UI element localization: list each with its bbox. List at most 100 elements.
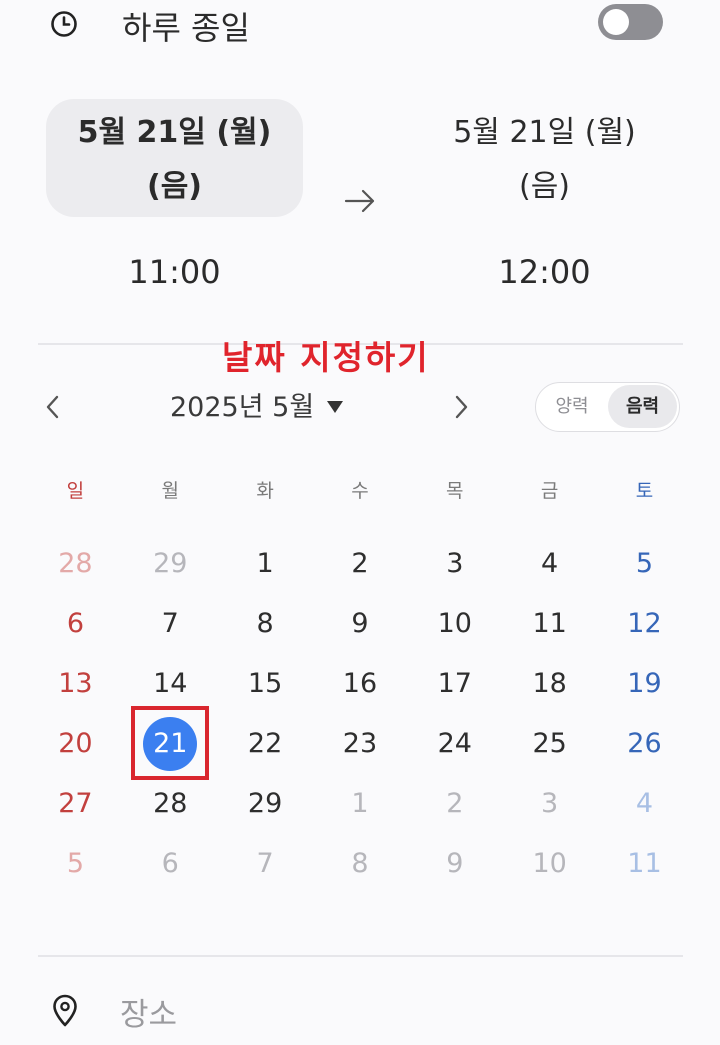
chevron-left-icon[interactable]	[42, 392, 64, 422]
calendar-day-number: 7	[161, 608, 179, 639]
calendar-day[interactable]: 29	[218, 774, 313, 834]
calendar-day-number: 1	[256, 548, 274, 579]
calendar-day[interactable]: 11	[502, 594, 597, 654]
calendar-day[interactable]: 27	[28, 774, 123, 834]
selected-date-highlight	[131, 706, 209, 780]
calendar-day[interactable]: 28	[123, 774, 218, 834]
calendar-day-number: 19	[627, 668, 662, 699]
end-date[interactable]: 5월 21일 (월) (음)	[416, 106, 673, 214]
end-time[interactable]: 12:00	[416, 252, 673, 292]
calendar-day[interactable]: 1	[313, 774, 408, 834]
calendar-day-number: 4	[635, 788, 654, 819]
calendar-day[interactable]: 26	[597, 714, 692, 774]
annotation-label: 날짜 지정하기	[222, 338, 430, 377]
calendar-day[interactable]: 16	[313, 654, 408, 714]
caret-down-icon[interactable]	[326, 400, 344, 414]
calendar-day[interactable]: 22	[218, 714, 313, 774]
calendar-day-number: 8	[256, 608, 274, 639]
divider	[38, 955, 683, 957]
calendar-day[interactable]: 6	[28, 594, 123, 654]
calendar-day[interactable]: 5	[597, 534, 692, 594]
calendar-week-row: 5 6 7 8 9 10 11	[28, 834, 692, 894]
all-day-toggle[interactable]	[598, 4, 663, 40]
calendar-type-toggle[interactable]: 양력 음력	[535, 382, 680, 432]
calendar-day-number: 9	[351, 608, 369, 639]
calendar-day-number: 18	[532, 668, 567, 699]
start-time[interactable]: 11:00	[46, 252, 303, 292]
calendar-day[interactable]: 8	[313, 834, 408, 894]
calendar-week-row: 13 14 15 16 17 18 19	[28, 654, 692, 714]
calendar-day-number: 8	[351, 848, 369, 879]
calendar-day[interactable]: 6	[123, 834, 218, 894]
solar-option[interactable]: 양력	[536, 383, 608, 430]
calendar-day[interactable]: 23	[313, 714, 408, 774]
month-title[interactable]: 2025년 5월	[170, 390, 314, 426]
weekday-label: 일	[66, 480, 85, 502]
calendar-day-number: 1	[351, 788, 369, 819]
calendar-day-number: 20	[58, 728, 93, 759]
calendar-day[interactable]: 3	[502, 774, 597, 834]
weekday-header: 일 월 화 수 목 금 토	[28, 476, 692, 506]
calendar-day-number: 9	[446, 848, 464, 879]
calendar-day-number: 10	[437, 608, 472, 639]
calendar-day-number: 15	[247, 668, 283, 699]
calendar-week-row: 28 29 1 2 3 4 5	[28, 534, 692, 594]
calendar-day-number: 28	[58, 548, 93, 579]
chevron-right-icon[interactable]	[450, 392, 472, 422]
calendar-day-number: 2	[446, 788, 464, 819]
calendar-day[interactable]: 17	[407, 654, 502, 714]
calendar-day-number: 16	[342, 668, 378, 699]
calendar-day[interactable]: 28	[28, 534, 123, 594]
calendar-day[interactable]: 8	[218, 594, 313, 654]
weekday-label: 금	[540, 480, 559, 502]
calendar-day[interactable]: 29	[123, 534, 218, 594]
calendar-day-number: 14	[153, 668, 188, 699]
calendar-day[interactable]: 24	[407, 714, 502, 774]
calendar-day[interactable]: 3	[407, 534, 502, 594]
weekday-label: 목	[446, 480, 464, 502]
calendar-day[interactable]: 4	[597, 774, 692, 834]
calendar-day[interactable]: 9	[407, 834, 502, 894]
lunar-option[interactable]: 음력	[608, 385, 677, 428]
start-date[interactable]: 5월 21일 (월) (음)	[46, 106, 303, 214]
calendar-day[interactable]: 7	[123, 594, 218, 654]
end-lunar-label: (음)	[518, 169, 570, 204]
calendar-day-number: 5	[635, 548, 654, 579]
all-day-label: 하루 종일	[122, 9, 250, 47]
calendar-day[interactable]: 11	[597, 834, 692, 894]
calendar-day[interactable]: 2	[407, 774, 502, 834]
calendar-day-number: 4	[541, 548, 559, 579]
calendar-day-number: 26	[627, 728, 662, 759]
calendar-day[interactable]: 9	[313, 594, 408, 654]
end-date-label: 5월 21일 (월)	[453, 115, 636, 150]
calendar-day[interactable]: 20	[28, 714, 123, 774]
calendar-week-row: 27 28 29 1 2 3 4	[28, 774, 692, 834]
calendar-day-number: 27	[58, 788, 93, 819]
calendar-day-number: 10	[532, 848, 567, 879]
calendar-day[interactable]: 14	[123, 654, 218, 714]
calendar-day[interactable]: 1	[218, 534, 313, 594]
calendar-day[interactable]: 7	[218, 834, 313, 894]
calendar-day-number: 7	[256, 848, 274, 879]
calendar-day[interactable]: 10	[502, 834, 597, 894]
calendar-day[interactable]: 18	[502, 654, 597, 714]
toggle-knob	[603, 9, 629, 35]
location-field[interactable]: 장소	[120, 994, 177, 1036]
weekday-label: 월	[161, 480, 179, 502]
calendar-day[interactable]: 12	[597, 594, 692, 654]
clock-icon	[51, 11, 77, 37]
calendar-day-number: 17	[437, 668, 472, 699]
calendar-day[interactable]: 19	[597, 654, 692, 714]
calendar-day-number: 3	[446, 548, 464, 579]
calendar-day[interactable]: 10	[407, 594, 502, 654]
calendar-day[interactable]: 25	[502, 714, 597, 774]
calendar-day[interactable]: 13	[28, 654, 123, 714]
calendar-day-number: 24	[437, 728, 472, 759]
calendar-day[interactable]: 2	[313, 534, 408, 594]
location-pin-icon	[53, 994, 77, 1027]
calendar-day[interactable]: 4	[502, 534, 597, 594]
calendar-day[interactable]: 15	[218, 654, 313, 714]
calendar-day-number: 3	[541, 788, 559, 819]
arrow-right-icon	[344, 189, 375, 213]
calendar-day[interactable]: 5	[28, 834, 123, 894]
